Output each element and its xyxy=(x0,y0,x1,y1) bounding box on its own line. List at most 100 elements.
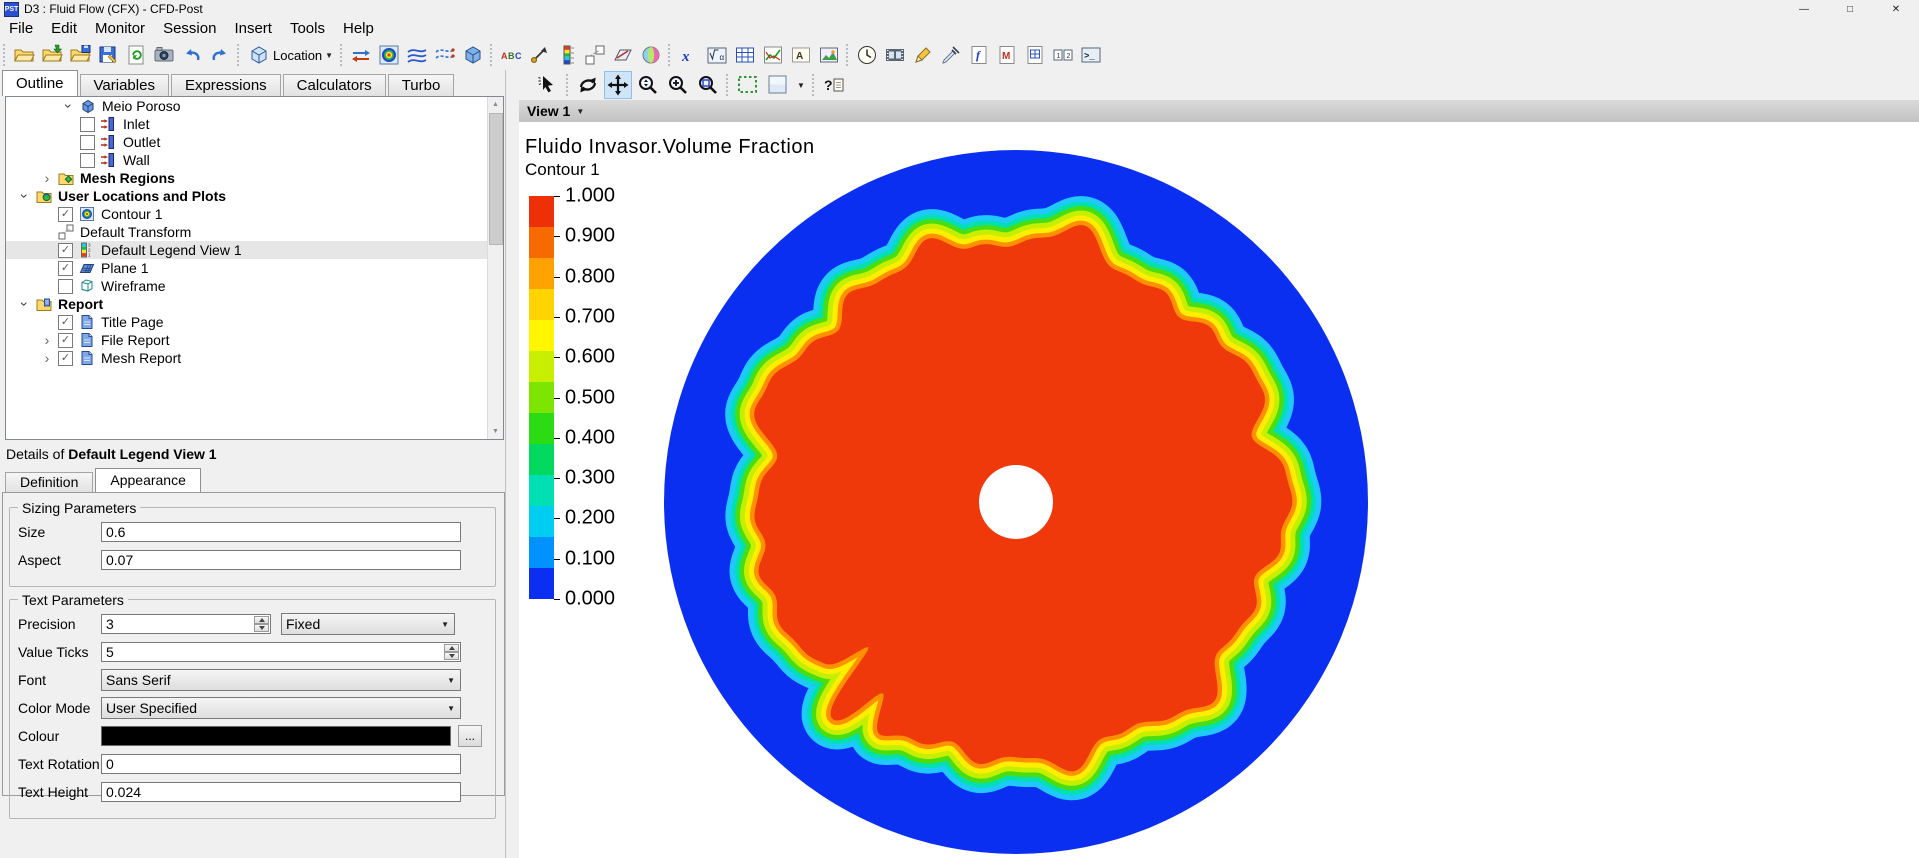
tab-calculators[interactable]: Calculators xyxy=(283,74,386,96)
font-select[interactable]: Sans Serif▼ xyxy=(101,669,461,691)
text-height-input[interactable]: 0.024 xyxy=(101,782,461,802)
undo-icon[interactable] xyxy=(179,42,205,68)
mesh-calculator-icon[interactable] xyxy=(1022,42,1048,68)
colour-picker-button[interactable]: ... xyxy=(458,725,482,747)
precision-mode-select[interactable]: Fixed▼ xyxy=(281,613,455,635)
tree-item-title-page[interactable]: ✓Title Page xyxy=(6,313,503,331)
particle-track-icon[interactable] xyxy=(432,42,458,68)
fit-view-tool-icon[interactable] xyxy=(694,71,722,99)
function-calculator-icon[interactable]: f xyxy=(966,42,992,68)
minimize-button[interactable]: — xyxy=(1781,0,1827,18)
collapse-icon[interactable]: › xyxy=(17,293,33,315)
view-dropdown-icon[interactable]: ▼ xyxy=(576,107,584,116)
snapshot-icon[interactable] xyxy=(151,42,177,68)
maximize-button[interactable]: □ xyxy=(1827,0,1873,18)
tree-item-mesh-regions[interactable]: ›Mesh Regions xyxy=(6,169,503,187)
redo-icon[interactable] xyxy=(207,42,233,68)
expand-icon[interactable]: › xyxy=(36,170,58,186)
menu-insert[interactable]: Insert xyxy=(225,18,281,40)
expand-icon[interactable]: › xyxy=(36,332,58,348)
visibility-checkbox[interactable]: ✓ xyxy=(58,261,73,276)
pan-tool-icon[interactable] xyxy=(604,71,632,99)
tab-expressions[interactable]: Expressions xyxy=(171,74,281,96)
text-rotation-input[interactable]: 0 xyxy=(101,754,461,774)
tree-item-file-report[interactable]: ›✓File Report xyxy=(6,331,503,349)
tree-item-default-transform[interactable]: Default Transform xyxy=(6,223,503,241)
tree-item-mesh-report[interactable]: ›✓Mesh Report xyxy=(6,349,503,367)
visibility-checkbox[interactable] xyxy=(58,279,73,294)
tree-scrollbar-thumb[interactable] xyxy=(489,113,503,245)
instance-transform-icon[interactable] xyxy=(582,42,608,68)
visibility-checkbox[interactable] xyxy=(80,117,95,132)
load-results-icon[interactable] xyxy=(11,42,37,68)
tree-scrollbar[interactable]: ▲ ▼ xyxy=(487,97,503,439)
select-tool-icon[interactable] xyxy=(534,71,562,99)
tree-item-wall[interactable]: Wall xyxy=(6,151,503,169)
point-icon[interactable] xyxy=(526,42,552,68)
expand-icon[interactable]: › xyxy=(36,350,58,366)
animation-icon[interactable] xyxy=(882,42,908,68)
visibility-checkbox[interactable] xyxy=(80,153,95,168)
aspect-input[interactable]: 0.07 xyxy=(101,550,461,570)
details-tab-appearance[interactable]: Appearance xyxy=(95,468,201,492)
streamline-icon[interactable] xyxy=(404,42,430,68)
menu-file[interactable]: File xyxy=(0,18,42,40)
clip-plane-icon[interactable] xyxy=(610,42,636,68)
macro-calculator-icon[interactable]: M xyxy=(994,42,1020,68)
quick-editor-icon[interactable] xyxy=(910,42,936,68)
expressions-icon[interactable]: x xyxy=(676,42,702,68)
visibility-checkbox[interactable]: ✓ xyxy=(58,333,73,348)
menu-edit[interactable]: Edit xyxy=(42,18,86,40)
rotate-tool-icon[interactable] xyxy=(574,71,602,99)
tree-item-inlet[interactable]: Inlet xyxy=(6,115,503,133)
collapse-icon[interactable]: › xyxy=(61,96,77,117)
tab-turbo[interactable]: Turbo xyxy=(388,74,455,96)
zoom-in-tool-icon[interactable] xyxy=(664,71,692,99)
size-input[interactable]: 0.6 xyxy=(101,522,461,542)
load-state-icon[interactable] xyxy=(39,42,65,68)
contour-icon[interactable] xyxy=(376,42,402,68)
probe-icon[interactable] xyxy=(938,42,964,68)
visibility-checkbox[interactable]: ✓ xyxy=(58,243,73,258)
scroll-up-icon[interactable]: ▲ xyxy=(488,97,503,112)
tree-item-plane-1[interactable]: ✓Plane 1 xyxy=(6,259,503,277)
view-orientation-icon[interactable] xyxy=(764,71,792,99)
tree-item-default-legend-view-1[interactable]: ✓321Default Legend View 1 xyxy=(6,241,503,259)
visibility-checkbox[interactable]: ✓ xyxy=(58,207,73,222)
view-orientation-dropdown-icon[interactable]: ▼ xyxy=(797,81,805,90)
tree-item-contour-1[interactable]: ✓Contour 1 xyxy=(6,205,503,223)
colour-swatch[interactable] xyxy=(101,726,451,746)
tree-item-report[interactable]: ›Report xyxy=(6,295,503,313)
viewport-3d[interactable]: Fluido Invasor.Volume Fraction Contour 1… xyxy=(519,122,1919,858)
visibility-checkbox[interactable]: ✓ xyxy=(58,315,73,330)
command-editor-icon[interactable]: >_ xyxy=(1078,42,1104,68)
isosurface-icon[interactable] xyxy=(460,42,486,68)
select-region-icon[interactable] xyxy=(734,71,762,99)
comment-icon[interactable]: A xyxy=(788,42,814,68)
tree-item-user-locations-and-plots[interactable]: ›User Locations and Plots xyxy=(6,187,503,205)
case-comparison-icon[interactable]: 12 xyxy=(1050,42,1076,68)
tab-outline[interactable]: Outline xyxy=(2,70,78,96)
visibility-checkbox[interactable]: ✓ xyxy=(58,351,73,366)
spinner-buttons[interactable] xyxy=(444,644,459,660)
spinner-buttons[interactable] xyxy=(254,616,269,632)
collapse-icon[interactable]: › xyxy=(17,185,33,207)
legend-icon[interactable] xyxy=(554,42,580,68)
text-icon[interactable]: ABC xyxy=(498,42,524,68)
visibility-checkbox[interactable] xyxy=(80,135,95,150)
precision-input[interactable]: 3 xyxy=(101,614,271,634)
tab-variables[interactable]: Variables xyxy=(80,74,169,96)
save-state-icon[interactable] xyxy=(67,42,93,68)
view-selector-bar[interactable]: View 1 ▼ xyxy=(519,100,1919,123)
table-icon[interactable] xyxy=(732,42,758,68)
viewer-help-icon[interactable]: ? xyxy=(820,71,848,99)
menu-help[interactable]: Help xyxy=(334,18,383,40)
tree-item-wireframe[interactable]: Wireframe xyxy=(6,277,503,295)
reload-icon[interactable] xyxy=(123,42,149,68)
menu-session[interactable]: Session xyxy=(154,18,225,40)
close-button[interactable]: ✕ xyxy=(1873,0,1919,18)
save-project-icon[interactable] xyxy=(95,42,121,68)
calculator-icon[interactable]: α xyxy=(704,42,730,68)
figure-icon[interactable] xyxy=(816,42,842,68)
location-dropdown-icon[interactable]: ▼ xyxy=(325,51,333,60)
